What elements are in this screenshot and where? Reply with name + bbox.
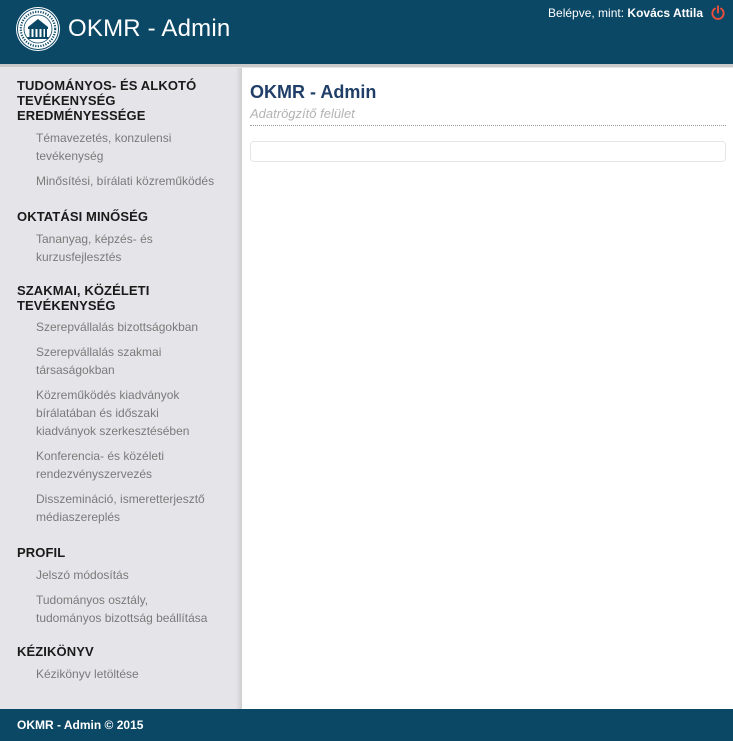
content-panel: [250, 141, 726, 162]
app-title: OKMR - Admin: [68, 15, 231, 42]
nav-item-curriculum[interactable]: Tananyag, képzés- és kurzusfejlesztés: [36, 230, 232, 266]
section-title: TUDOMÁNYOS- ÉS ALKOTÓ TEVÉKENYSÉG EREDMÉ…: [17, 78, 197, 123]
section-title: KÉZIKÖNYV: [17, 644, 94, 659]
nav-item-review[interactable]: Minősítési, bírálati közreműködés: [36, 172, 232, 190]
nav-item-manual-download[interactable]: Kézikönyv letöltése: [36, 665, 232, 683]
power-icon[interactable]: [710, 5, 726, 21]
title-divider: [250, 125, 726, 126]
sidebar-shadow: [236, 68, 242, 709]
user-name[interactable]: Kovács Attila: [627, 6, 703, 20]
nav-section-research: TUDOMÁNYOS- ÉS ALKOTÓ TEVÉKENYSÉG EREDMÉ…: [17, 78, 232, 190]
footer: OKMR - Admin © 2015: [0, 709, 733, 741]
page-subtitle: Adatrögzítő felület: [250, 106, 355, 121]
nav-section-manual: KÉZIKÖNYV Kézikönyv letöltése: [17, 644, 232, 683]
nav-item-committees[interactable]: Szerepvállalás bizottságokban: [36, 318, 232, 336]
section-title: OKTATÁSI MINŐSÉG: [17, 209, 149, 224]
nav-section-profile: PROFIL Jelszó módosítás Tudományos osztá…: [17, 545, 232, 627]
nav-item-publications[interactable]: Közreműködés kiadványok bírálatában és i…: [36, 386, 232, 440]
logged-in-label: Belépve, mint:: [548, 6, 625, 20]
nav-item-societies[interactable]: Szerepvállalás szakmai társaságokban: [36, 343, 232, 379]
nav-section-professional: SZAKMAI, KÖZÉLETI TEVÉKENYSÉG Szerepváll…: [17, 283, 232, 526]
university-seal-icon: [16, 7, 60, 51]
section-title: SZAKMAI, KÖZÉLETI TEVÉKENYSÉG: [17, 283, 150, 313]
nav-item-password[interactable]: Jelszó módosítás: [36, 566, 232, 584]
logged-in-user: Belépve, mint: Kovács Attila: [548, 6, 703, 20]
section-title: PROFIL: [17, 545, 66, 560]
nav-item-supervision[interactable]: Témavezetés, konzulensi tevékenység: [36, 129, 232, 165]
footer-copyright: OKMR - Admin © 2015: [17, 718, 144, 732]
page-title: OKMR - Admin: [250, 82, 377, 102]
top-header: OKMR - Admin Belépve, mint: Kovács Attil…: [0, 0, 733, 64]
nav-item-department-settings[interactable]: Tudományos osztály, tudományos bizottság…: [36, 591, 232, 627]
nav-section-education: OKTATÁSI MINŐSÉG Tananyag, képzés- és ku…: [17, 209, 232, 266]
nav-item-dissemination[interactable]: Disszemináció, ismeretterjesztő médiasze…: [36, 490, 232, 526]
nav-item-conferences[interactable]: Konferencia- és közéleti rendezvényszerv…: [36, 447, 232, 483]
